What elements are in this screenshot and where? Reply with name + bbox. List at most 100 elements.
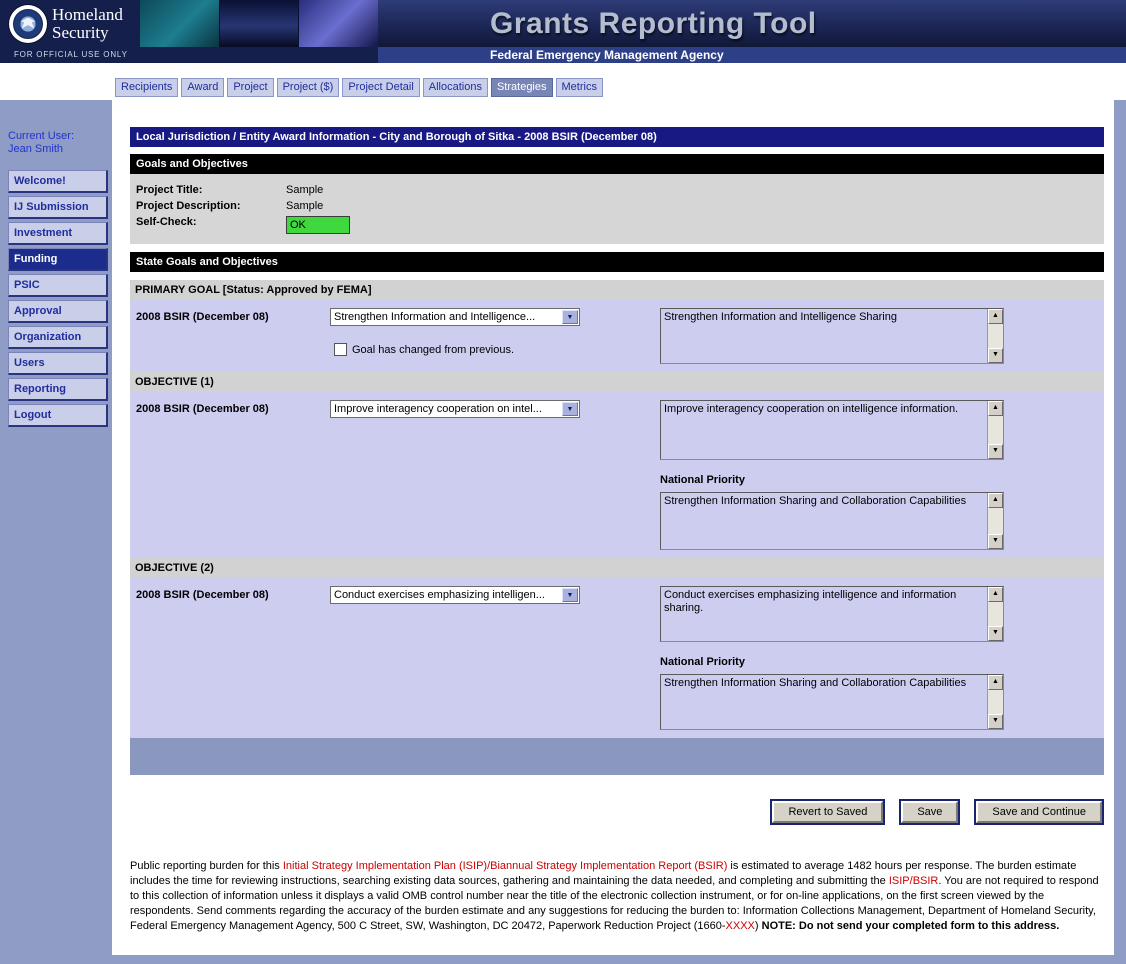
project-description-row: Project Description: Sample (136, 198, 1098, 214)
sidebar-item-ij-submission[interactable]: IJ Submission (8, 196, 108, 219)
chevron-down-icon[interactable]: ▼ (562, 402, 578, 416)
objective2-text-col: Conduct exercises emphasizing intelligen… (660, 586, 1004, 642)
self-check-row: Self-Check: OK (136, 214, 1098, 234)
agency-subtitle: Federal Emergency Management Agency (378, 47, 1126, 63)
revert-to-saved-button[interactable]: Revert to Saved (772, 801, 883, 823)
section-footer-band (130, 738, 1104, 775)
chevron-down-icon[interactable]: ▼ (562, 588, 578, 602)
scroll-up-icon[interactable]: ▲ (988, 587, 1003, 602)
scrollbar[interactable]: ▲ ▼ (987, 309, 1003, 363)
objective2-dropdown-col: Conduct exercises emphasizing intelligen… (330, 586, 660, 642)
scroll-down-icon[interactable]: ▼ (988, 626, 1003, 641)
objective2-national-priority-label: National Priority (660, 656, 1104, 668)
brand-line-1: Homeland (52, 6, 140, 24)
objective1-textarea-value: Improve interagency cooperation on intel… (661, 401, 1003, 418)
burden-project-number: XXXX (726, 920, 755, 932)
objective1-dropdown-col: Improve interagency cooperation on intel… (330, 400, 660, 460)
photo-panel-1 (140, 0, 219, 47)
scroll-down-icon[interactable]: ▼ (988, 714, 1003, 729)
scroll-up-icon[interactable]: ▲ (988, 493, 1003, 508)
project-info-block: Project Title: Sample Project Descriptio… (130, 174, 1104, 244)
scroll-up-icon[interactable]: ▲ (988, 675, 1003, 690)
primary-goal-textarea-value: Strengthen Information and Intelligence … (661, 309, 1003, 326)
tab-strategies[interactable]: Strategies (491, 78, 553, 97)
save-button[interactable]: Save (901, 801, 958, 823)
goal-changed-row: Goal has changed from previous. (334, 343, 660, 356)
dhs-seal-logo (9, 5, 47, 43)
sidebar-item-welcome[interactable]: Welcome! (8, 170, 108, 193)
scroll-down-icon[interactable]: ▼ (988, 444, 1003, 459)
objective2-textarea[interactable]: Conduct exercises emphasizing intelligen… (660, 586, 1004, 642)
objective2-period-label: 2008 BSIR (December 08) (130, 586, 330, 642)
primary-goal-row: 2008 BSIR (December 08) Strengthen Infor… (130, 308, 1104, 364)
page-title-bar: Local Jurisdiction / Entity Award Inform… (130, 127, 1104, 147)
burden-note: NOTE: Do not send your completed form to… (762, 920, 1060, 932)
objective2-row: 2008 BSIR (December 08) Conduct exercise… (130, 586, 1104, 642)
app-header: Homeland Security Grants Reporting Tool … (0, 0, 1126, 63)
header-photo-montage (140, 0, 378, 47)
self-check-status-badge: OK (286, 216, 350, 234)
objective1-dropdown-value: Improve interagency cooperation on intel… (334, 403, 542, 415)
scroll-up-icon[interactable]: ▲ (988, 309, 1003, 324)
tab-metrics[interactable]: Metrics (556, 78, 603, 97)
current-user-label: Current User: (8, 130, 112, 143)
tab-project-dollars[interactable]: Project ($) (277, 78, 340, 97)
primary-goal-header: PRIMARY GOAL [Status: Approved by FEMA] (130, 280, 1104, 300)
main-content: Local Jurisdiction / Entity Award Inform… (112, 100, 1114, 955)
tab-allocations[interactable]: Allocations (423, 78, 488, 97)
tab-award[interactable]: Award (181, 78, 224, 97)
header-brand-area: Homeland Security (0, 0, 378, 47)
scroll-down-icon[interactable]: ▼ (988, 534, 1003, 549)
goal-changed-checkbox[interactable] (334, 343, 347, 356)
objective2-dropdown[interactable]: Conduct exercises emphasizing intelligen… (330, 586, 580, 604)
objective1-national-priority-textarea[interactable]: Strengthen Information Sharing and Colla… (660, 492, 1004, 550)
tab-recipients[interactable]: Recipients (115, 78, 178, 97)
objective1-period-label: 2008 BSIR (December 08) (130, 400, 330, 460)
page-body: Current User: Jean Smith Welcome! IJ Sub… (0, 100, 1126, 964)
primary-goal-dropdown[interactable]: Strengthen Information and Intelligence.… (330, 308, 580, 326)
header-sub-row: FOR OFFICIAL USE ONLY Federal Emergency … (0, 47, 1126, 63)
scroll-down-icon[interactable]: ▼ (988, 348, 1003, 363)
project-title-label: Project Title: (136, 182, 286, 198)
burden-link-isip-bsir[interactable]: ISIP/BSIR (889, 875, 939, 887)
scrollbar[interactable]: ▲ ▼ (987, 493, 1003, 549)
top-tab-bar: Recipients Award Project Project ($) Pro… (0, 63, 1126, 100)
sidebar-item-approval[interactable]: Approval (8, 300, 108, 323)
scroll-up-icon[interactable]: ▲ (988, 401, 1003, 416)
primary-goal-text-col: Strengthen Information and Intelligence … (660, 308, 1004, 364)
objective2-national-priority-textarea[interactable]: Strengthen Information Sharing and Colla… (660, 674, 1004, 730)
section-header-goals-objectives: Goals and Objectives (130, 154, 1104, 174)
project-description-value: Sample (286, 198, 323, 214)
chevron-down-icon[interactable]: ▼ (562, 310, 578, 324)
section-header-state-goals: State Goals and Objectives (130, 252, 1104, 272)
sidebar-item-investment[interactable]: Investment (8, 222, 108, 245)
sidebar-item-psic[interactable]: PSIC (8, 274, 108, 297)
objective1-textarea[interactable]: Improve interagency cooperation on intel… (660, 400, 1004, 460)
burden-link-isip-bsir-full[interactable]: Initial Strategy Implementation Plan (IS… (283, 860, 728, 872)
sidebar-item-users[interactable]: Users (8, 352, 108, 375)
objective1-national-priority-col: Strengthen Information Sharing and Colla… (660, 492, 1004, 550)
goal-changed-label: Goal has changed from previous. (352, 344, 514, 356)
sidebar-item-funding[interactable]: Funding (8, 248, 108, 271)
burden-text: Public reporting burden for this (130, 860, 283, 872)
sidebar-item-logout[interactable]: Logout (8, 404, 108, 427)
sidebar-item-reporting[interactable]: Reporting (8, 378, 108, 401)
scrollbar[interactable]: ▲ ▼ (987, 675, 1003, 729)
paperwork-burden-statement: Public reporting burden for this Initial… (130, 859, 1104, 934)
classification-label: FOR OFFICIAL USE ONLY (0, 47, 378, 63)
sidebar-item-organization[interactable]: Organization (8, 326, 108, 349)
save-and-continue-button[interactable]: Save and Continue (976, 801, 1102, 823)
scrollbar[interactable]: ▲ ▼ (987, 401, 1003, 459)
action-button-row: Revert to Saved Save Save and Continue (130, 799, 1104, 825)
tab-project-detail[interactable]: Project Detail (342, 78, 419, 97)
objective2-dropdown-value: Conduct exercises emphasizing intelligen… (334, 589, 545, 601)
objective1-dropdown[interactable]: Improve interagency cooperation on intel… (330, 400, 580, 418)
tab-project[interactable]: Project (227, 78, 273, 97)
objective1-text-col: Improve interagency cooperation on intel… (660, 400, 1004, 460)
header-top-row: Homeland Security Grants Reporting Tool (0, 0, 1126, 47)
current-user-name: Jean Smith (8, 143, 112, 156)
save-button-frame: Save (899, 799, 960, 825)
primary-goal-textarea[interactable]: Strengthen Information and Intelligence … (660, 308, 1004, 364)
primary-goal-dropdown-col: Strengthen Information and Intelligence.… (330, 308, 660, 364)
scrollbar[interactable]: ▲ ▼ (987, 587, 1003, 641)
